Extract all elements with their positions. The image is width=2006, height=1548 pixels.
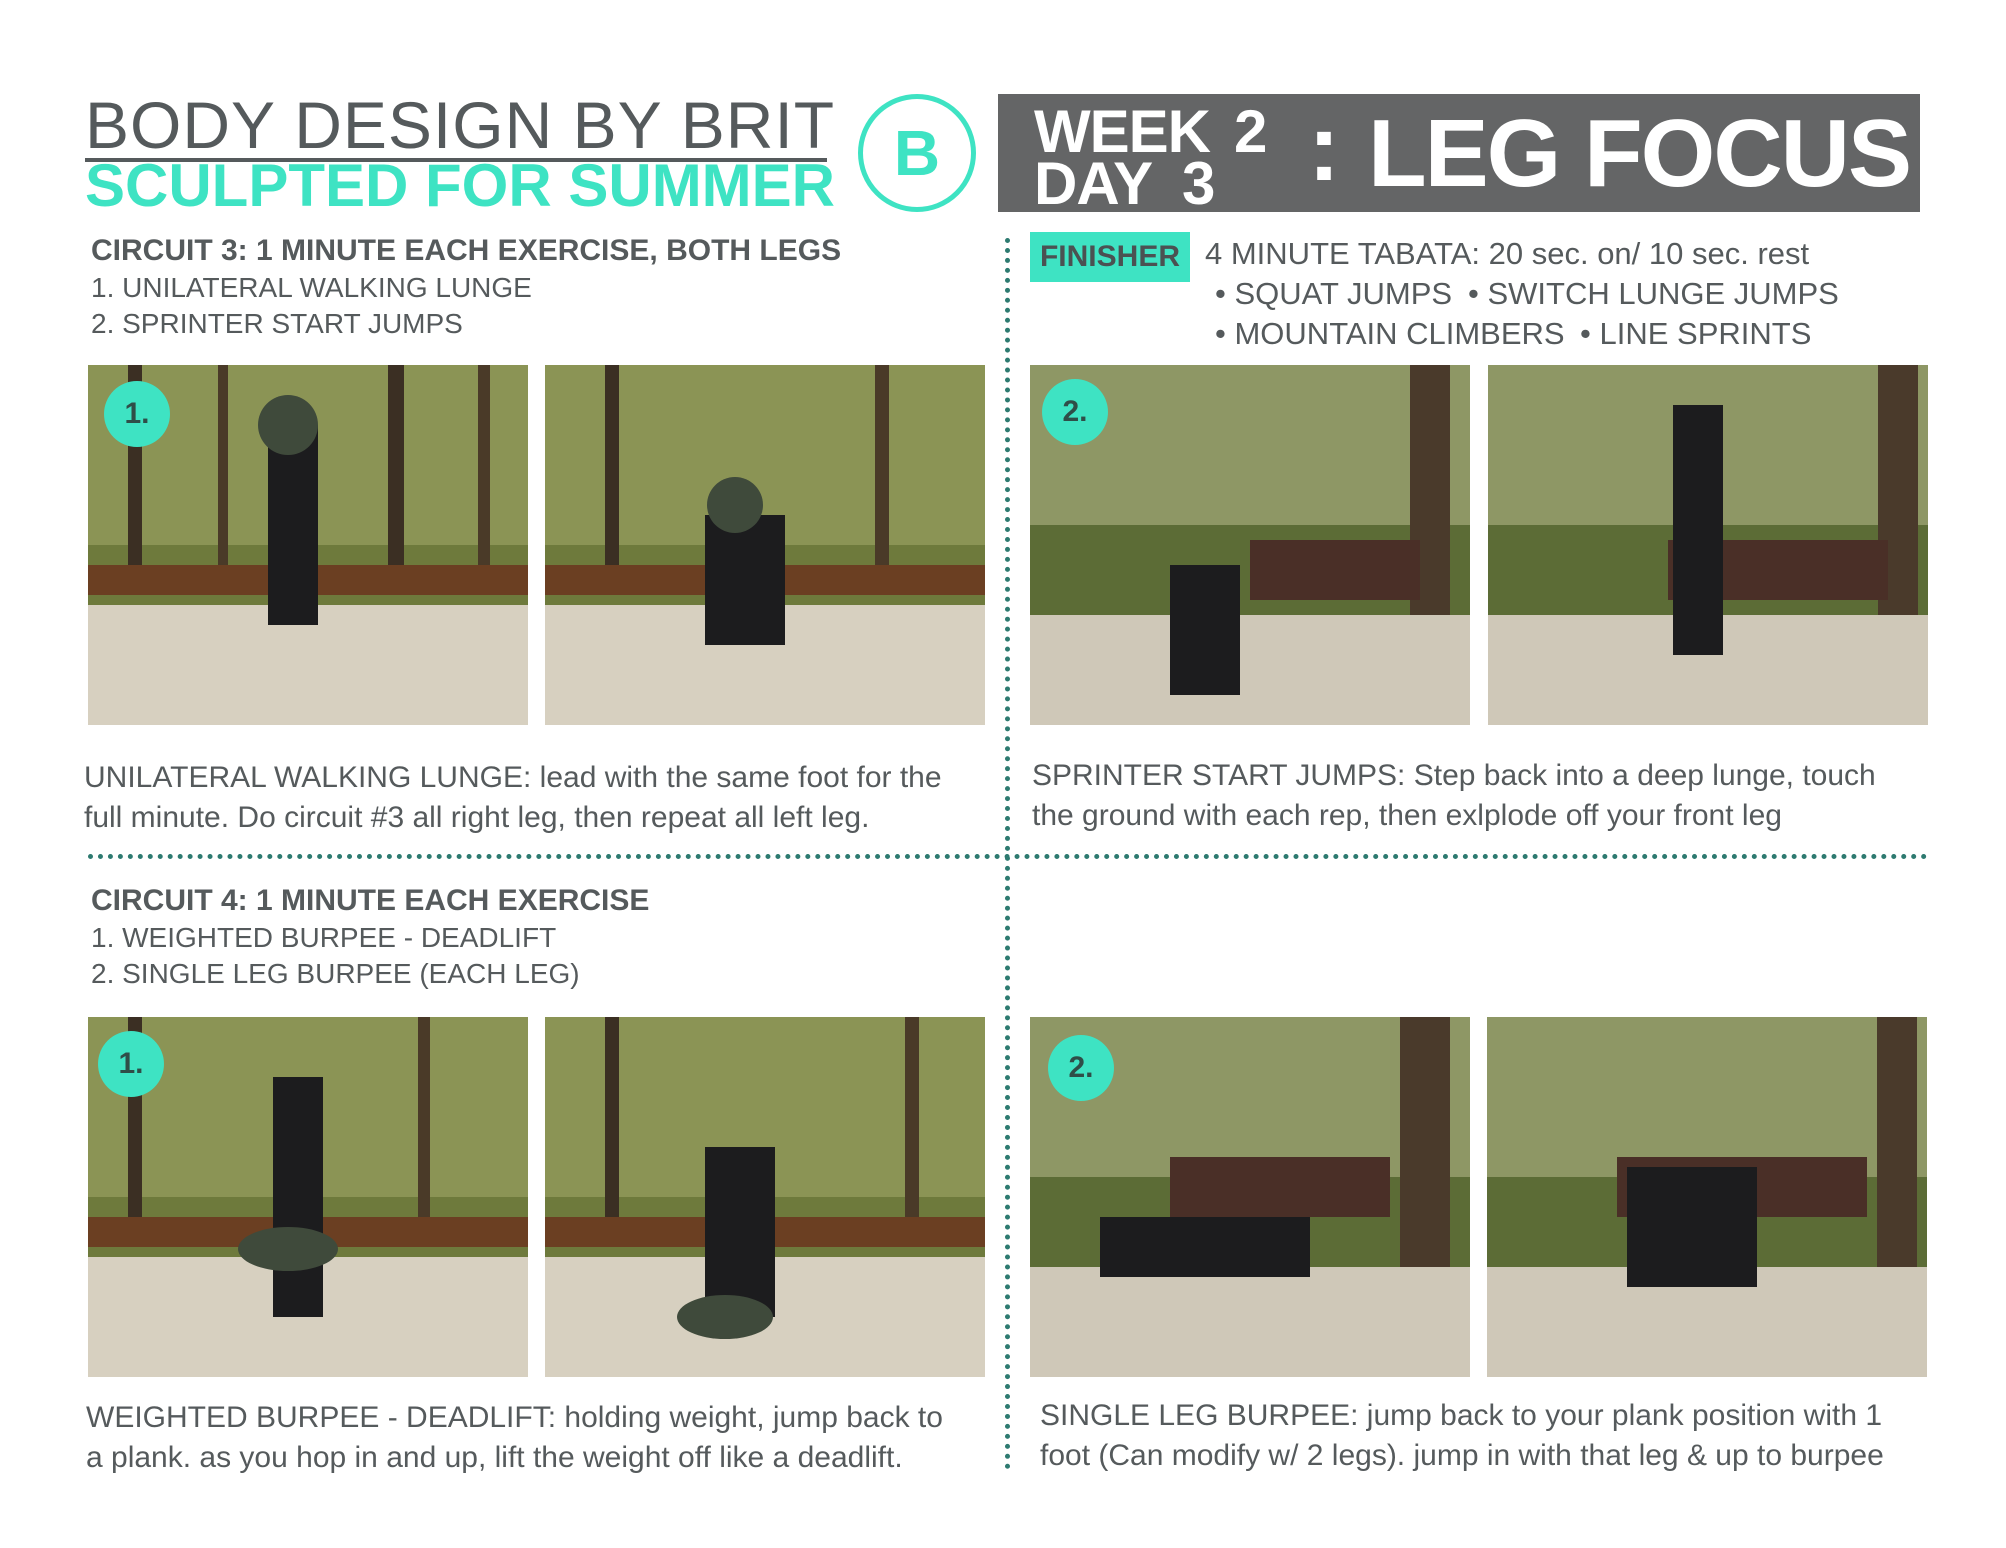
- burpee-deadlift-description: WEIGHTED BURPEE - DEADLIFT: holding weig…: [86, 1398, 943, 1478]
- description-line: UNILATERAL WALKING LUNGE: lead with the …: [84, 761, 942, 794]
- bullet-text: SWITCH LUNGE JUMPS: [1487, 276, 1839, 311]
- bullet-text: SQUAT JUMPS: [1234, 276, 1453, 311]
- bullet-glyph: •: [1580, 316, 1591, 351]
- circuit3-item-1: 1. UNILATERAL WALKING LUNGE: [91, 272, 532, 303]
- logo-letter: B: [893, 117, 941, 189]
- day-label: DAY: [1034, 150, 1153, 217]
- finisher-tag: FINISHER: [1030, 232, 1190, 282]
- finisher-bullet-3: • MOUNTAIN CLIMBERS: [1215, 318, 1565, 349]
- finisher-bullet-1: • SQUAT JUMPS: [1215, 278, 1452, 309]
- step-badge: 2.: [1042, 379, 1108, 445]
- single-leg-burpee-description: SINGLE LEG BURPEE: jump back to your pla…: [1040, 1396, 1884, 1476]
- photo-single-leg-burpee-start: 2.: [1030, 1017, 1470, 1377]
- banner-colon: :: [1308, 94, 1340, 201]
- bullet-glyph: •: [1215, 276, 1226, 311]
- description-line: full minute. Do circuit #3 all right leg…: [84, 801, 870, 834]
- circuit3-item-2: 2. SPRINTER START JUMPS: [91, 308, 463, 339]
- brand-title: BODY DESIGN BY BRIT: [85, 88, 836, 162]
- circuit4-title: CIRCUIT 4: 1 MINUTE EACH EXERCISE: [91, 884, 650, 917]
- horizontal-divider: [88, 854, 1928, 859]
- bullet-text: MOUNTAIN CLIMBERS: [1234, 316, 1565, 351]
- description-line: the ground with each rep, then exlplode …: [1032, 799, 1782, 832]
- bullet-glyph: •: [1215, 316, 1226, 351]
- description-line: WEIGHTED BURPEE - DEADLIFT: holding weig…: [86, 1401, 943, 1434]
- description-line: SPRINTER START JUMPS: Step back into a d…: [1032, 759, 1876, 792]
- sprinter-description: SPRINTER START JUMPS: Step back into a d…: [1032, 756, 1876, 836]
- photo-sprinter-start: 2.: [1030, 365, 1470, 725]
- photo-sprinter-jump: [1488, 365, 1928, 725]
- step-badge: 1.: [98, 1031, 164, 1097]
- finisher-bullet-2: • SWITCH LUNGE JUMPS: [1468, 278, 1839, 309]
- bullet-glyph: •: [1468, 276, 1479, 311]
- circuit3-title: CIRCUIT 3: 1 MINUTE EACH EXERCISE, BOTH …: [91, 234, 842, 267]
- program-title: SCULPTED FOR SUMMER: [85, 152, 835, 219]
- brand-logo: B: [858, 94, 976, 212]
- photo-lunge-start: 1.: [88, 365, 528, 725]
- circuit4-item-2: 2. SINGLE LEG BURPEE (EACH LEG): [91, 958, 580, 989]
- description-line: a plank. as you hop in and up, lift the …: [86, 1441, 903, 1474]
- step-badge: 2.: [1048, 1035, 1114, 1101]
- focus-title: LEG FOCUS: [1368, 100, 1912, 207]
- photo-lunge-end: [545, 365, 985, 725]
- finisher-bullet-4: • LINE SPRINTS: [1580, 318, 1811, 349]
- day-banner: WEEK 2 DAY 3 : LEG FOCUS: [998, 94, 1920, 217]
- step-badge: 1.: [104, 381, 170, 447]
- day-number: 3: [1182, 150, 1216, 217]
- photo-burpee-deadlift-end: [545, 1017, 985, 1377]
- photo-burpee-deadlift-start: 1.: [88, 1017, 528, 1377]
- circuit4-item-1: 1. WEIGHTED BURPEE - DEADLIFT: [91, 922, 557, 953]
- lunge-description: UNILATERAL WALKING LUNGE: lead with the …: [84, 758, 942, 838]
- week-number: 2: [1234, 98, 1268, 165]
- description-line: foot (Can modify w/ 2 legs). jump in wit…: [1040, 1439, 1884, 1472]
- description-line: SINGLE LEG BURPEE: jump back to your pla…: [1040, 1399, 1883, 1432]
- photo-single-leg-burpee-end: [1487, 1017, 1927, 1377]
- bullet-text: LINE SPRINTS: [1599, 316, 1812, 351]
- finisher-text: 4 MINUTE TABATA: 20 sec. on/ 10 sec. res…: [1205, 236, 1810, 271]
